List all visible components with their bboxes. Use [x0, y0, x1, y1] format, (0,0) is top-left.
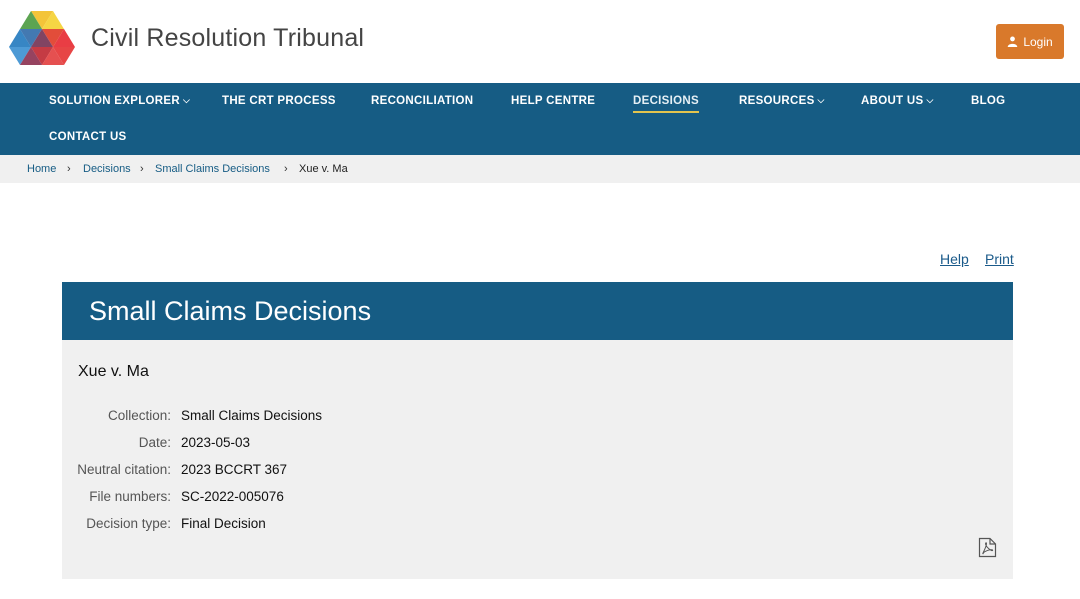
panel-header: Small Claims Decisions [62, 282, 1013, 340]
breadcrumb-home[interactable]: Home [27, 163, 56, 175]
user-icon [1008, 36, 1018, 47]
collection-value: Small Claims Decisions [181, 408, 323, 423]
breadcrumb-small-claims-decisions[interactable]: Small Claims Decisions [155, 163, 270, 175]
decision-type-label: Decision type: [86, 516, 171, 531]
crt-logo-icon[interactable] [9, 9, 75, 73]
collection-label: Collection: [107, 408, 171, 423]
file-numbers-value: SC-2022-005076 [181, 489, 284, 504]
nav-label: RECONCILIATION [371, 95, 474, 107]
neutral-citation-label: Neutral citation: [77, 462, 171, 477]
nav-label: DECISIONS [633, 95, 699, 107]
decision-type-value: Final Decision [181, 516, 266, 531]
nav-label: THE CRT PROCESS [222, 95, 336, 107]
nav-item-the-crt-process[interactable]: THE CRT PROCESS [222, 95, 336, 107]
chevron-down-icon: ⌵ [182, 95, 191, 105]
print-link[interactable]: Print [985, 251, 1014, 267]
nav-item-solution-explorer[interactable]: SOLUTION EXPLORER ⌵ [49, 95, 190, 107]
nav-label: BLOG [971, 95, 1006, 107]
nav-item-decisions[interactable]: DECISIONS [633, 95, 699, 113]
date-value: 2023-05-03 [181, 435, 251, 450]
site-title[interactable]: Civil Resolution Tribunal [91, 24, 364, 53]
breadcrumb-decisions[interactable]: Decisions [83, 163, 131, 175]
decision-details: Xue v. Ma Collection: Small Claims Decis… [62, 340, 1013, 579]
nav-label: RESOURCES [739, 95, 815, 107]
date-label: Date: [138, 435, 171, 450]
chevron-down-icon: ⌵ [817, 95, 825, 105]
site-header: Civil Resolution Tribunal Login [0, 0, 1080, 83]
login-button[interactable]: Login [996, 24, 1064, 59]
main-nav: SOLUTION EXPLORER ⌵ THE CRT PROCESS RECON… [0, 83, 1080, 155]
nav-item-about-us[interactable]: ABOUT US ⌵ [861, 95, 934, 107]
breadcrumb-separator: › [284, 163, 288, 175]
breadcrumb: Home › Decisions › Small Claims Decision… [0, 155, 1080, 183]
nav-item-blog[interactable]: BLOG [971, 95, 1005, 107]
pdf-icon[interactable] [978, 537, 997, 558]
nav-item-contact-us[interactable]: CONTACT US [49, 131, 127, 143]
nav-item-resources[interactable]: RESOURCES ⌵ [739, 95, 825, 107]
nav-label: CONTACT US [49, 131, 127, 143]
breadcrumb-separator: › [140, 163, 144, 175]
help-link[interactable]: Help [940, 251, 969, 267]
neutral-citation-value: 2023 BCCRT 367 [181, 462, 288, 477]
case-name: Xue v. Ma [78, 363, 149, 380]
nav-item-help-centre[interactable]: HELP CENTRE [511, 95, 595, 107]
page-title: Small Claims Decisions [89, 296, 372, 326]
nav-item-reconciliation[interactable]: RECONCILIATION [371, 95, 473, 107]
login-label: Login [1023, 34, 1053, 49]
nav-label: HELP CENTRE [511, 95, 596, 107]
nav-label: ABOUT US [861, 95, 924, 107]
breadcrumb-separator: › [67, 163, 71, 175]
file-numbers-label: File numbers: [89, 489, 171, 504]
breadcrumb-current: Xue v. Ma [299, 163, 348, 175]
chevron-down-icon: ⌵ [926, 95, 934, 105]
nav-label: SOLUTION EXPLORER [49, 95, 180, 107]
